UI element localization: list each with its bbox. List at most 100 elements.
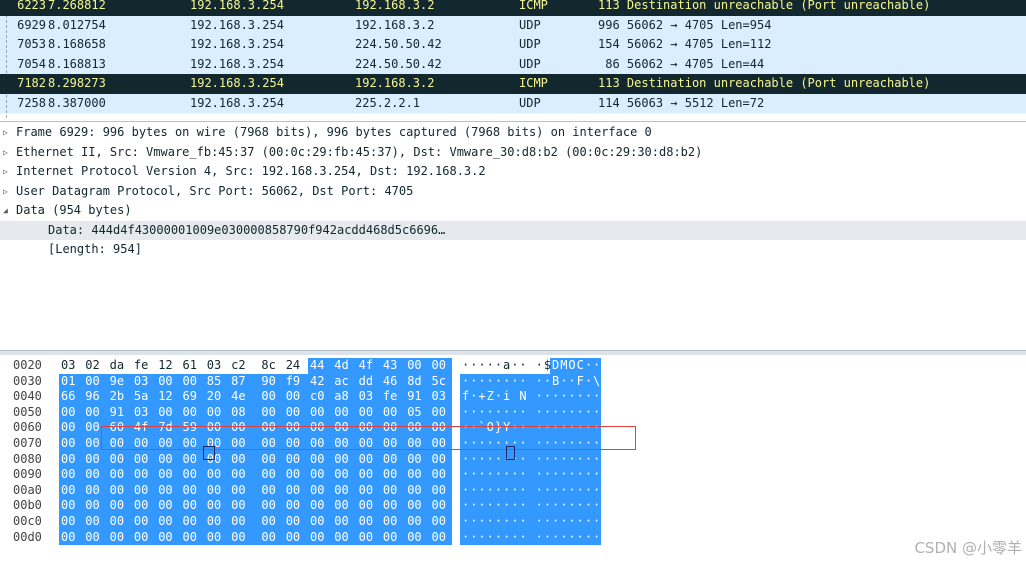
hex-byte[interactable]: 00	[109, 529, 130, 546]
hex-byte[interactable]: 00	[85, 467, 106, 483]
ascii-char[interactable]: ·	[518, 467, 528, 483]
hex-byte[interactable]: 00	[61, 498, 81, 514]
hex-byte[interactable]: 00	[407, 514, 428, 530]
hex-byte[interactable]: 00	[407, 482, 428, 499]
hex-byte[interactable]: c0	[310, 389, 330, 405]
hex-byte[interactable]: 00	[382, 482, 403, 499]
packet-row[interactable]: 7258 8.387000 192.168.3.254 225.2.2.1 UDP 114…	[0, 93, 1026, 114]
hex-byte[interactable]: 00	[382, 467, 403, 483]
hex-byte[interactable]: 00	[61, 451, 81, 468]
hex-byte[interactable]: 00	[310, 404, 330, 421]
hex-byte[interactable]: 00	[431, 467, 452, 483]
hex-byte[interactable]: 00	[358, 514, 379, 530]
hex-byte[interactable]: 03	[431, 389, 452, 405]
hex-byte[interactable]: 12	[158, 389, 179, 405]
hex-byte[interactable]: 00	[285, 514, 306, 530]
hex-byte[interactable]: da	[110, 358, 130, 374]
ascii-char[interactable]: ·	[592, 529, 602, 546]
ascii-char[interactable]: ·	[592, 389, 602, 405]
bytes-row[interactable]: 00b0 00 00 00 00 00 00 00 00 00 00 00 00 00 00 00 00 · · · ·…	[0, 498, 1026, 514]
hex-byte[interactable]: 00	[158, 482, 179, 499]
hex-byte[interactable]: 4e	[231, 389, 252, 405]
hex-byte[interactable]: 2b	[109, 389, 130, 405]
hex-byte[interactable]: 00	[431, 529, 452, 546]
ascii-char[interactable]: ·	[592, 467, 602, 483]
hex-byte[interactable]: 00	[109, 482, 130, 499]
packet-row[interactable]: 7053 8.168658 192.168.3.254 224.50.50.42 UDP…	[0, 35, 1026, 56]
bytes-row[interactable]: 0090 00 00 00 00 00 00 00 00 00 00 00 00 00 00 00 00 · · · ·…	[0, 467, 1026, 483]
hex-byte[interactable]: 24	[286, 358, 306, 374]
ascii-char[interactable]: ·	[592, 482, 602, 499]
collapse-arrow-icon[interactable]: ◢	[3, 201, 8, 221]
hex-byte[interactable]: 03	[133, 404, 154, 421]
hex-byte[interactable]: 00	[334, 451, 355, 468]
hex-byte[interactable]: 87	[231, 373, 252, 390]
hex-byte[interactable]: 00	[382, 514, 403, 530]
detail-row[interactable]: Data: 444d4f43000001009e030000858790f942…	[0, 220, 1026, 240]
hex-byte[interactable]: 00	[358, 482, 379, 499]
hex-byte[interactable]: 00	[231, 482, 252, 499]
hex-byte[interactable]: a8	[334, 389, 355, 405]
hex-byte[interactable]: 00	[310, 514, 330, 530]
hex-byte[interactable]: 00	[285, 529, 306, 546]
hex-byte[interactable]: 00	[182, 467, 203, 483]
hex-byte[interactable]: 00	[310, 451, 330, 468]
hex-byte[interactable]: 91	[109, 404, 130, 421]
hex-byte[interactable]: 00	[334, 404, 355, 421]
hex-byte[interactable]: 00	[261, 467, 282, 483]
ascii-char[interactable]: ·	[592, 404, 602, 421]
packet-row[interactable]: 6223 7.268812 192.168.3.254 192.168.3.2 ICMP…	[0, 0, 1026, 17]
hex-byte[interactable]: 03	[207, 358, 227, 374]
hex-byte[interactable]: 00	[85, 451, 106, 468]
hex-byte[interactable]: 00	[431, 404, 452, 421]
hex-byte[interactable]: 96	[85, 389, 106, 405]
packet-row[interactable]: 7182 8.298273 192.168.3.254 192.168.3.2 ICMP…	[0, 74, 1026, 95]
hex-byte[interactable]: 20	[206, 389, 227, 405]
hex-byte[interactable]: 00	[158, 373, 179, 390]
hex-byte[interactable]: 00	[182, 373, 203, 390]
hex-byte[interactable]: 00	[382, 451, 403, 468]
hex-byte[interactable]: 00	[382, 404, 403, 421]
hex-byte[interactable]: 00	[85, 482, 106, 499]
hex-byte[interactable]: 42	[310, 373, 330, 390]
hex-byte[interactable]: 00	[231, 451, 252, 468]
hex-byte[interactable]: 00	[285, 451, 306, 468]
hex-byte[interactable]: ac	[334, 373, 355, 390]
hex-byte[interactable]: 00	[334, 482, 355, 499]
hex-byte[interactable]: 00	[358, 451, 379, 468]
hex-byte[interactable]: 00	[158, 467, 179, 483]
ascii-char[interactable]: ·	[592, 498, 602, 514]
hex-byte[interactable]: 00	[85, 498, 106, 514]
hex-byte[interactable]: 00	[206, 514, 227, 530]
hex-byte[interactable]: 00	[133, 529, 154, 546]
hex-byte[interactable]: 00	[334, 514, 355, 530]
hex-byte[interactable]: 00	[182, 514, 203, 530]
hex-byte[interactable]: 00	[85, 514, 106, 530]
hex-byte[interactable]: 00	[261, 514, 282, 530]
hex-byte[interactable]: 00	[158, 498, 179, 514]
hex-byte[interactable]: 00	[61, 436, 81, 452]
hex-byte[interactable]: fe	[134, 358, 154, 374]
hex-byte[interactable]: 5a	[133, 389, 154, 405]
hex-byte[interactable]: 00	[109, 467, 130, 483]
hex-byte[interactable]: 00	[61, 467, 81, 483]
hex-byte[interactable]: 00	[61, 514, 81, 530]
hex-byte[interactable]: 00	[334, 529, 355, 546]
bytes-row[interactable]: 00a0 00 00 00 00 00 00 00 00 00 00 00 00 00 00 00 00 · · · ·…	[0, 482, 1026, 499]
hex-byte[interactable]: 01	[61, 373, 81, 390]
hex-byte[interactable]: 12	[158, 358, 178, 374]
hex-byte[interactable]: 00	[182, 482, 203, 499]
hex-byte[interactable]: 00	[158, 404, 179, 421]
hex-byte[interactable]: 00	[261, 482, 282, 499]
ascii-char[interactable]: ·	[518, 451, 528, 468]
expand-arrow-icon[interactable]: ▷	[3, 162, 8, 182]
hex-byte[interactable]: 00	[382, 498, 403, 514]
hex-byte[interactable]: 00	[182, 451, 203, 468]
ascii-char[interactable]: \	[592, 373, 602, 390]
hex-byte[interactable]: 00	[133, 482, 154, 499]
ascii-char[interactable]: ·	[592, 514, 602, 530]
hex-byte[interactable]: 08	[231, 404, 252, 421]
packet-details[interactable]: ▷ Frame 6929: 996 bytes on wire (7968 bit…	[0, 121, 1026, 351]
hex-byte[interactable]: 02	[85, 358, 105, 374]
detail-row[interactable]: ▷ Internet Protocol Version 4, Src: 192.1…	[0, 162, 1026, 182]
